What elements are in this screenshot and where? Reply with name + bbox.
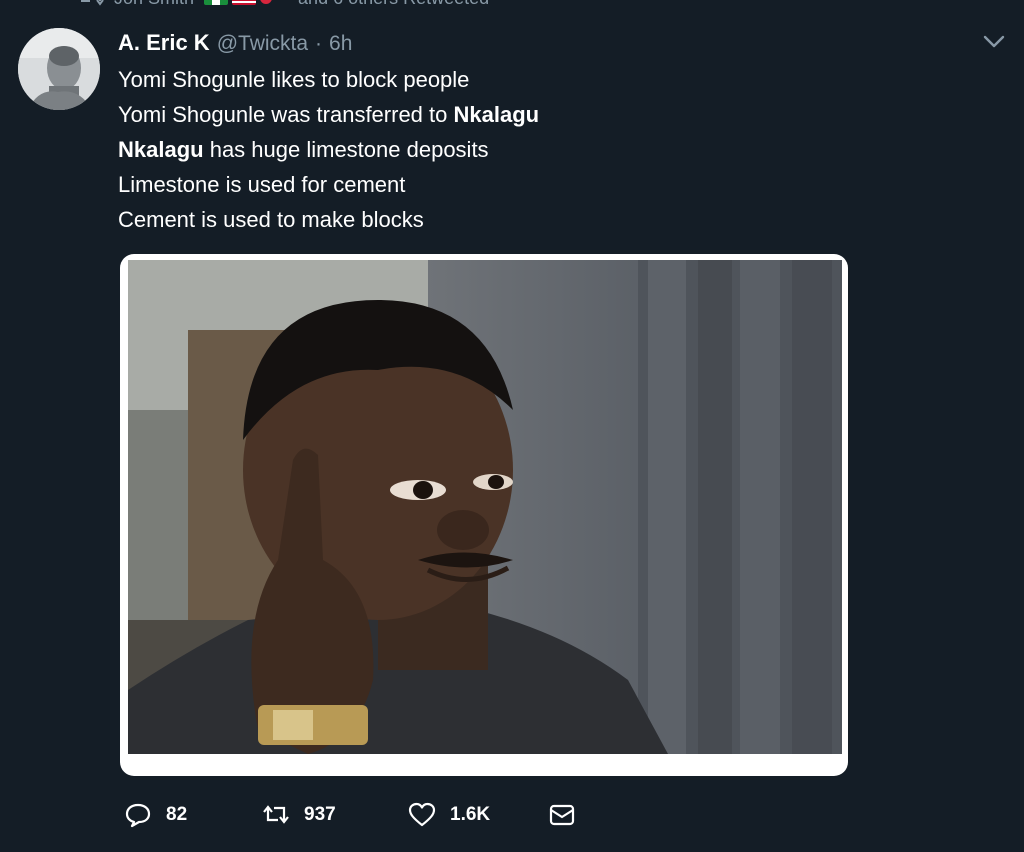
reply-button[interactable]: 82 [124, 802, 262, 828]
like-button[interactable]: 1.6K [408, 802, 548, 828]
separator-dot: · [315, 32, 323, 55]
reply-count: 82 [166, 804, 188, 825]
avatar-image [18, 28, 100, 110]
tweet-text-line: Yomi Shogunle likes to block people [118, 62, 539, 97]
avatar[interactable] [18, 28, 100, 110]
tweet-media[interactable] [120, 254, 848, 776]
tweet-text-line: Limestone is used for cement [118, 167, 539, 202]
chevron-down-icon[interactable] [983, 34, 1005, 50]
direct-message-button[interactable] [548, 802, 576, 828]
like-count: 1.6K [450, 804, 491, 825]
nigeria-flag-icon [204, 0, 229, 5]
red-heart-icon [260, 0, 273, 4]
tweet-text-line: Yomi Shogunle was transferred to Nkalagu [118, 97, 539, 132]
retweet-button[interactable]: 937 [262, 802, 408, 828]
retweet-context[interactable]: Jon Smith and 6 others Retweeted [78, 0, 489, 8]
tweet-text-part: Cement is used to make blocks [118, 207, 424, 232]
retweeter-name[interactable]: Jon Smith [114, 0, 194, 9]
retweeter-emoji [204, 0, 273, 5]
retweet-context-text: and 6 others Retweeted [298, 0, 489, 9]
tweet-text-part: Yomi Shogunle likes to block people [118, 67, 470, 92]
tweet-timestamp[interactable]: 6h [329, 32, 352, 56]
hashtag-text: Nkalagu [118, 137, 204, 162]
author-handle[interactable]: @Twickta [217, 32, 308, 56]
tweet-text-part: Limestone is used for cement [118, 172, 406, 197]
tweet-header: A. Eric K @Twickta · 6h [118, 30, 352, 56]
tweet-text-line: Nkalagu has huge limestone deposits [118, 132, 539, 167]
hashtag-text: Nkalagu [453, 102, 540, 127]
retweet-icon [263, 805, 289, 824]
reply-icon [125, 803, 151, 828]
meme-photo [128, 260, 842, 754]
tweet-actions: 82 937 1.6K [124, 800, 576, 830]
tweet-text-line: Cement is used to make blocks [118, 202, 539, 237]
tweet-text-part: has huge limestone deposits [203, 137, 489, 162]
tweet-text: Yomi Shogunle likes to block people Yomi … [118, 62, 539, 237]
tweet-page: Jon Smith and 6 others Retweeted A. Eric… [0, 0, 1024, 852]
heart-icon [408, 802, 436, 827]
retweet-context-icon [81, 0, 104, 6]
envelope-icon [549, 804, 575, 826]
author-name[interactable]: A. Eric K [118, 30, 210, 56]
tweet-text-part: Yomi Shogunle was transferred to [118, 102, 454, 127]
us-flag-icon [232, 0, 257, 5]
retweet-count: 937 [304, 804, 336, 825]
